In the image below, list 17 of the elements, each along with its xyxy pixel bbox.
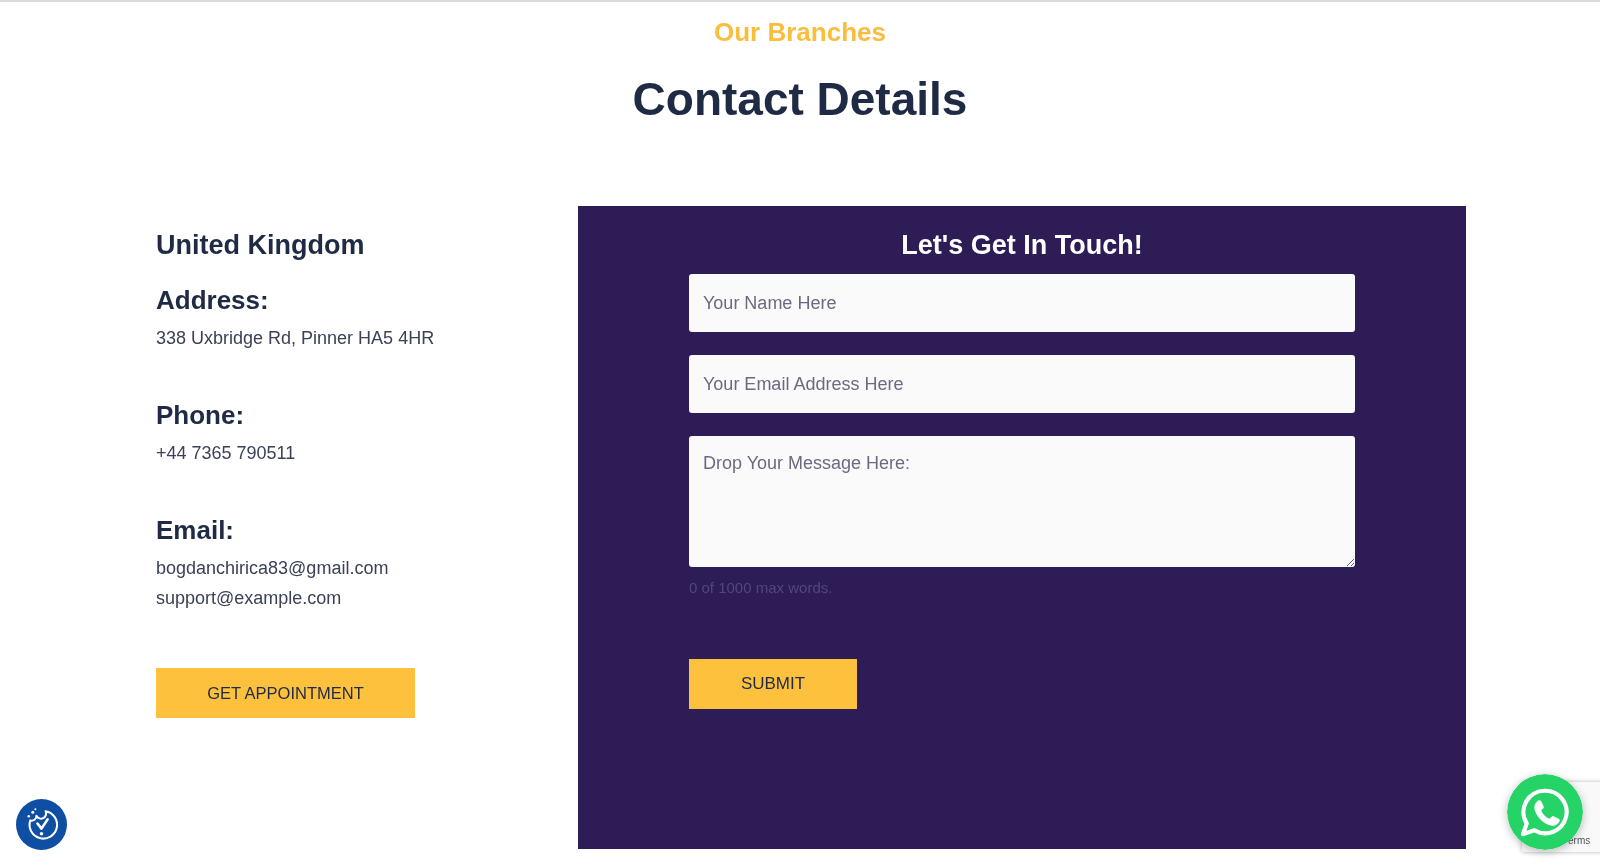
get-appointment-button[interactable]: GET APPOINTMENT [156, 668, 415, 718]
contact-value: support@example.com [156, 587, 343, 610]
contact-label: Email: [156, 514, 236, 546]
text-input-field[interactable]: Your Name Here [689, 274, 1355, 332]
contact-value: 338 Uxbridge Rd, Pinner HA5 4HR [156, 327, 435, 350]
text-input-field[interactable]: Your Email Address Here [689, 355, 1355, 413]
message-textarea[interactable]: Drop Your Message Here: [689, 436, 1355, 567]
contact-label: Address: [156, 284, 270, 316]
form-title: Let's Get In Touch! [900, 229, 1144, 261]
section-eyebrow: Our Branches [714, 17, 886, 47]
section-title: Contact Details [632, 72, 968, 126]
contact-label: Phone: [156, 399, 246, 431]
contact-value: bogdanchirica83@gmail.com [156, 557, 389, 580]
submit-button[interactable]: SUBMIT [689, 659, 857, 709]
cookie-consent-icon[interactable] [16, 799, 67, 850]
country-heading: United Kingdom [156, 229, 365, 261]
contact-value: +44 7365 790511 [156, 442, 296, 465]
